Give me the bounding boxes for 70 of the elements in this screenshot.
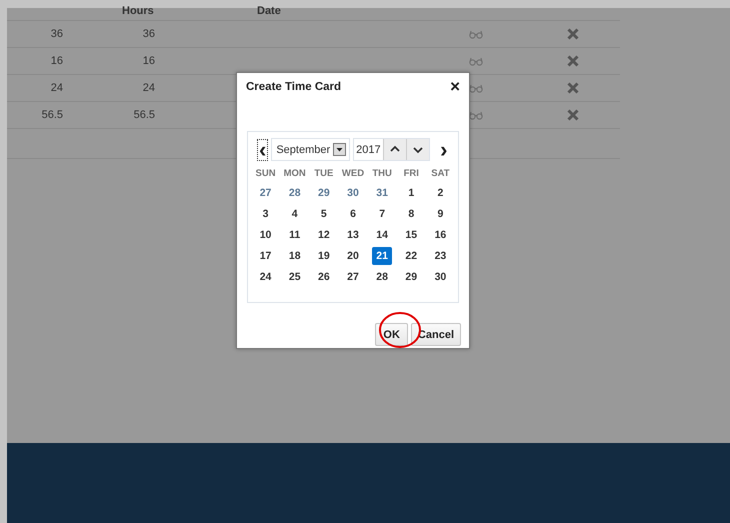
calendar-day[interactable]: 18: [284, 247, 305, 265]
increment-icon[interactable]: [382, 139, 406, 160]
table-cell-text: 36: [50, 28, 63, 40]
calendar-day[interactable]: 8: [401, 205, 422, 223]
glasses-icon[interactable]: [469, 30, 483, 38]
calendar-day[interactable]: 6: [342, 205, 363, 223]
delete-icon[interactable]: [567, 55, 579, 67]
weekday-label: SUN: [256, 167, 276, 181]
calendar-day[interactable]: 21: [372, 247, 392, 265]
calendar-day[interactable]: 31: [372, 184, 392, 202]
calendar-day[interactable]: 2: [430, 184, 450, 202]
next-month-button[interactable]: ›: [438, 138, 449, 160]
delete-icon[interactable]: [567, 109, 579, 121]
calendar-day[interactable]: 22: [401, 247, 422, 265]
calendar-day[interactable]: 27: [342, 268, 363, 286]
calendar-day[interactable]: 20: [342, 247, 363, 265]
delete-icon[interactable]: [567, 28, 579, 40]
calendar-day[interactable]: 27: [256, 184, 276, 202]
close-button[interactable]: ×: [450, 80, 460, 94]
calendar-day[interactable]: 1: [401, 184, 422, 202]
table-cell-text: 24: [50, 82, 63, 94]
calendar-day[interactable]: 19: [314, 247, 334, 265]
weekday-label: THU: [372, 167, 392, 181]
calendar-day[interactable]: 4: [284, 205, 305, 223]
decrement-icon[interactable]: [406, 139, 429, 160]
calendar-day[interactable]: 29: [401, 268, 422, 286]
calendar-day[interactable]: 17: [256, 247, 276, 265]
calendar-day[interactable]: 5: [314, 205, 334, 223]
calendar-day[interactable]: 29: [314, 184, 334, 202]
delete-icon[interactable]: [567, 82, 579, 94]
previous-month-button[interactable]: ‹: [257, 138, 268, 160]
table-cell-text: 56.5: [40, 109, 63, 121]
year-field[interactable]: 2017: [353, 138, 430, 161]
table-cell-text: 36: [142, 28, 155, 40]
calendar-day[interactable]: 10: [256, 226, 276, 244]
dropdown-icon: [333, 143, 346, 156]
calendar-day[interactable]: 11: [284, 226, 305, 244]
glasses-icon[interactable]: [469, 84, 483, 92]
weekday-label: FRI: [404, 167, 419, 181]
table-cell-text: 24: [142, 82, 155, 94]
table-cell-text: 16: [142, 55, 155, 67]
calendar-day[interactable]: 23: [430, 247, 450, 265]
calendar-day[interactable]: 28: [284, 184, 305, 202]
month-dropdown[interactable]: September: [271, 138, 350, 161]
weekday-label: SAT: [431, 167, 450, 181]
calendar-day[interactable]: 25: [284, 268, 305, 286]
calendar-day[interactable]: 3: [256, 205, 276, 223]
calendar-day[interactable]: 14: [372, 226, 392, 244]
calendar-day[interactable]: 15: [401, 226, 422, 244]
glasses-icon[interactable]: [469, 56, 483, 66]
ok-button[interactable]: OK: [375, 323, 408, 346]
calendar-day[interactable]: 16: [430, 226, 450, 244]
column-header: Hours: [122, 5, 154, 17]
weekday-label: WED: [342, 167, 364, 181]
calendar-day[interactable]: 24: [256, 268, 276, 286]
column-header: Date: [257, 5, 281, 17]
calendar-day[interactable]: 26: [314, 268, 334, 286]
weekday-label: TUE: [314, 167, 334, 181]
table-cell-text: 56.5: [132, 109, 155, 121]
calendar-day[interactable]: 30: [430, 268, 450, 286]
weekday-label: MON: [284, 167, 306, 181]
calendar-day[interactable]: 13: [342, 226, 363, 244]
calendar-day[interactable]: 28: [372, 268, 392, 286]
table-cell-text: 16: [50, 55, 63, 67]
calendar-day[interactable]: 9: [430, 205, 450, 223]
calendar-day[interactable]: 30: [342, 184, 363, 202]
glasses-icon[interactable]: [469, 110, 483, 120]
dialog-title: Create Time Card: [246, 81, 342, 93]
calendar-day[interactable]: 12: [314, 226, 334, 244]
calendar-day[interactable]: 7: [372, 205, 392, 223]
